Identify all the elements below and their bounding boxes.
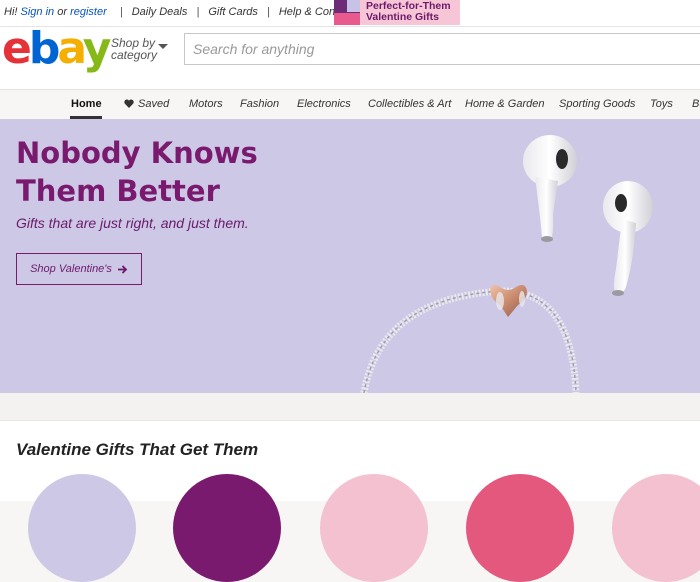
register-link[interactable]: register <box>70 6 107 18</box>
nav-saved[interactable]: Saved <box>124 98 169 110</box>
hero-title-line-1: Nobody Knows <box>16 136 258 170</box>
promo-text: Perfect-for-Them Valentine Gifts <box>360 0 460 25</box>
divider: | <box>266 6 270 18</box>
gift-cards-link[interactable]: Gift Cards <box>208 6 258 18</box>
nav-motors[interactable]: Motors <box>189 98 223 110</box>
bracelet-icon <box>360 284 580 393</box>
gift-category-tile[interactable] <box>320 474 428 582</box>
nav-saved-label: Saved <box>138 98 170 110</box>
divider: | <box>196 6 200 18</box>
gift-category-tile[interactable] <box>28 474 136 582</box>
gift-category-tile[interactable] <box>173 474 281 582</box>
hero-title-line-2: Them Better <box>16 174 220 208</box>
category-nav: Home Saved Motors Fashion Electronics Co… <box>0 89 700 120</box>
category-label: category <box>111 48 158 62</box>
earbud-icon <box>603 181 653 296</box>
header: ebay Shop by category Search for anythin… <box>0 27 700 89</box>
earbud-icon <box>523 135 577 242</box>
promo-line-2: Valentine Gifts <box>366 11 439 23</box>
ebay-logo[interactable]: ebay <box>2 27 111 71</box>
chevron-down-icon <box>158 44 168 49</box>
search-input[interactable]: Search for anything <box>184 33 700 65</box>
arrow-right-icon <box>117 264 128 274</box>
nav-electronics[interactable]: Electronics <box>297 98 351 110</box>
shop-valentines-button[interactable]: Shop Valentine's <box>16 253 142 285</box>
nav-home-garden[interactable]: Home & Garden <box>465 98 544 110</box>
gift-category-tile[interactable] <box>466 474 574 582</box>
top-links: Hi! Sign in or register | Daily Deals | … <box>4 6 353 18</box>
sign-in-link[interactable]: Sign in <box>21 6 55 18</box>
or-text: or <box>57 6 67 18</box>
promo-swatch-accent <box>347 0 360 12</box>
hero-title: Nobody Knows Them Better <box>16 134 258 210</box>
greeting: Hi! <box>4 6 18 18</box>
cta-label: Shop Valentine's <box>30 263 112 275</box>
section-title: Valentine Gifts That Get Them <box>16 440 259 459</box>
nav-fashion[interactable]: Fashion <box>240 98 279 110</box>
valentine-promo-banner[interactable]: Perfect-for-Them Valentine Gifts <box>334 0 460 25</box>
hero-product-image <box>360 135 653 393</box>
nav-home[interactable]: Home <box>71 98 102 110</box>
nav-sporting-goods[interactable]: Sporting Goods <box>559 98 635 110</box>
shop-by-category-button[interactable]: Shop by category <box>111 37 168 62</box>
nav-toys[interactable]: Toys <box>650 98 673 110</box>
hero-subtitle: Gifts that are just right, and just them… <box>16 215 249 231</box>
heart-icon <box>124 99 134 108</box>
hero-banner[interactable]: Nobody Knows Them Better Gifts that are … <box>0 119 700 393</box>
daily-deals-link[interactable]: Daily Deals <box>132 6 188 18</box>
divider: | <box>119 6 123 18</box>
nav-collectibles-art[interactable]: Collectibles & Art <box>368 98 451 110</box>
nav-more[interactable]: Bu <box>692 98 700 110</box>
